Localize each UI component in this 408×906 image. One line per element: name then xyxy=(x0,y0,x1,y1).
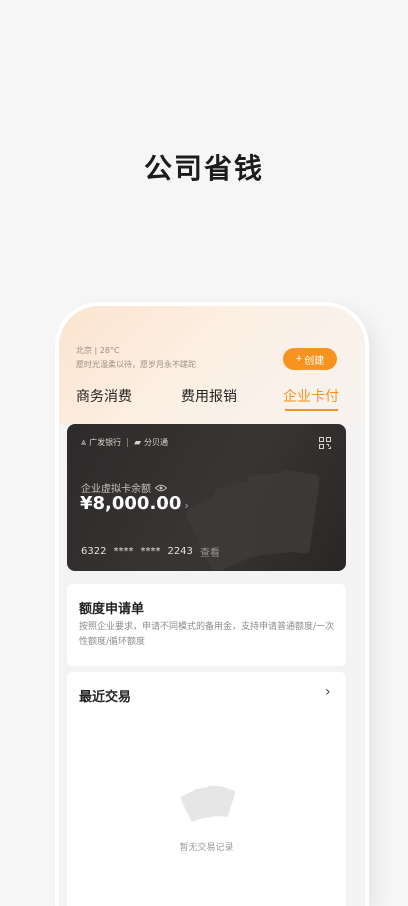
quota-description: 按照企业要求，申请不同模式的备用金，支持申请普通额度/一次性额度/循环额度 xyxy=(79,622,335,647)
partner-name: 分贝通 xyxy=(144,438,168,447)
tab-reimbursement[interactable]: 费用报销 xyxy=(181,386,237,406)
empty-state-text: 暂无交易记录 xyxy=(179,843,234,853)
partner-logo-icon: ▰ xyxy=(134,437,141,448)
virtual-card[interactable]: ⩓ 广发银行 ▰ 分贝通 企业虚拟卡余额 ¥8,000.00 › 6322 **… xyxy=(67,424,346,571)
greeting-text: 愿时光温柔以待，愿岁月永不蹉跎 xyxy=(76,360,196,369)
chevron-right-icon: › xyxy=(184,499,189,512)
header-area: 北京 | 28°C 愿时光温柔以待，愿岁月永不蹉跎 + 创建 商务消费 费用报销… xyxy=(59,306,365,424)
qr-code-icon[interactable] xyxy=(319,437,331,449)
card-number-mask-2: **** xyxy=(140,546,161,557)
recent-transactions-card: 最近交易 › 暂无交易记录 xyxy=(67,672,346,906)
card-bank-row: ⩓ 广发银行 ▰ 分贝通 xyxy=(81,437,168,448)
active-tab-indicator xyxy=(285,409,338,411)
card-number-mask-1: **** xyxy=(113,546,134,557)
balance-row[interactable]: ¥8,000.00 › xyxy=(80,493,189,514)
transactions-title: 最近交易 xyxy=(79,690,132,705)
card-number-row: 6322 **** **** 2243 查看 xyxy=(81,544,220,559)
bank-name: 广发银行 xyxy=(89,438,122,447)
chevron-right-icon[interactable]: › xyxy=(325,684,331,700)
card-number-start: 6322 xyxy=(81,546,107,557)
location-weather: 北京 | 28°C xyxy=(76,346,120,355)
eye-icon[interactable] xyxy=(155,484,167,492)
empty-cards-icon xyxy=(180,785,235,822)
view-card-link[interactable]: 查看 xyxy=(200,544,220,559)
page-headline: 公司省钱 xyxy=(143,152,264,185)
divider xyxy=(127,438,129,447)
tab-corporate-card[interactable]: 企业卡付 xyxy=(283,386,339,406)
create-button-label: 创建 xyxy=(304,355,325,367)
quota-application-card[interactable]: 额度申请单 按照企业要求，申请不同模式的备用金，支持申请普通额度/一次性额度/循… xyxy=(67,584,346,666)
balance-amount: ¥8,000.00 xyxy=(80,493,182,514)
tab-business[interactable]: 商务消费 xyxy=(76,386,132,406)
tab-bar: 商务消费 费用报销 企业卡付 xyxy=(59,386,365,416)
quota-title: 额度申请单 xyxy=(79,602,145,617)
card-number-end: 2243 xyxy=(167,546,193,557)
phone-frame: 北京 | 28°C 愿时光温柔以待，愿岁月永不蹉跎 + 创建 商务消费 费用报销… xyxy=(55,302,369,906)
bank-logo-icon: ⩓ xyxy=(81,437,87,448)
plus-icon: + xyxy=(295,353,303,365)
create-button[interactable]: + 创建 xyxy=(283,348,337,370)
